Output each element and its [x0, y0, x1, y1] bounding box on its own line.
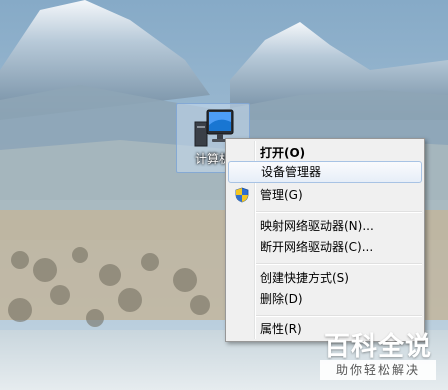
menu-item-label: 打开(O) [260, 146, 306, 160]
menu-item-label: 属性(R) [260, 322, 302, 336]
context-menu: 打开(O) 设备管理器 管理(G) 映射网络驱动器(N)... 断开网络驱动器(… [225, 138, 425, 342]
uac-shield-icon [235, 187, 249, 203]
menu-separator [256, 315, 422, 317]
menu-item-disconnect-network-drive[interactable]: 断开网络驱动器(C)... [228, 236, 422, 258]
menu-item-label: 断开网络驱动器(C)... [260, 240, 374, 254]
menu-item-label: 映射网络驱动器(N)... [260, 219, 374, 233]
desktop: 计算机 打开(O) 设备管理器 管理(G) 映射网络驱动器(N)... 断开网络… [0, 0, 448, 390]
watermark-subtitle: 助你轻松解决 [320, 360, 436, 380]
watermark: 百科全说 助你轻松解决 [316, 326, 440, 382]
menu-item-create-shortcut[interactable]: 创建快捷方式(S) [228, 267, 422, 289]
menu-item-device-manager[interactable]: 设备管理器 [228, 161, 422, 183]
menu-separator [256, 211, 422, 213]
menu-separator [256, 263, 422, 265]
menu-item-label: 删除(D) [260, 292, 303, 306]
menu-item-manage[interactable]: 管理(G) [228, 184, 422, 206]
menu-item-map-network-drive[interactable]: 映射网络驱动器(N)... [228, 215, 422, 237]
menu-item-label: 设备管理器 [261, 165, 322, 179]
watermark-title: 百科全说 [323, 332, 432, 362]
menu-item-delete[interactable]: 删除(D) [228, 288, 422, 310]
menu-item-label: 创建快捷方式(S) [260, 271, 349, 285]
menu-item-label: 管理(G) [260, 188, 303, 202]
